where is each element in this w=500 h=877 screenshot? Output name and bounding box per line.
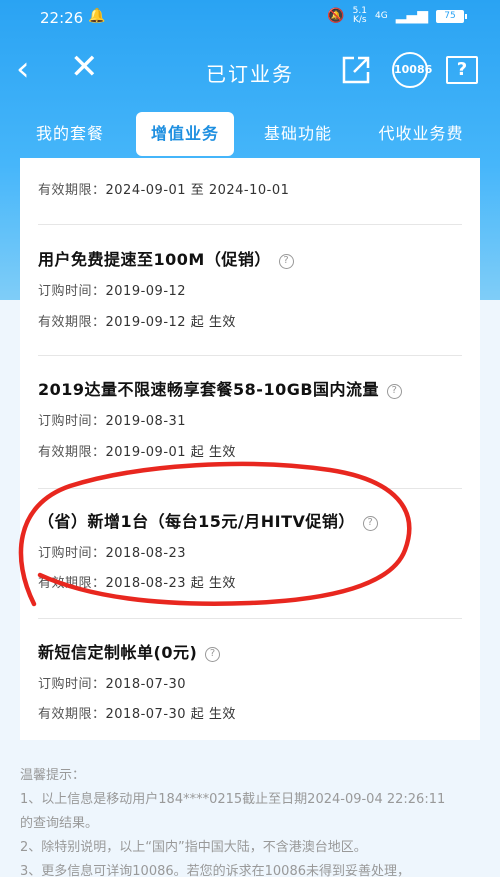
validity-value: 2019-09-01 起 生效 bbox=[105, 445, 236, 460]
order-value: 2019-08-31 bbox=[105, 414, 187, 429]
order-time-row: 订购时间：2018-08-23 bbox=[38, 542, 186, 561]
validity-label: 有效期限： bbox=[38, 183, 106, 198]
page-title: 已订业务 bbox=[206, 62, 294, 86]
subscription-list: 有效期限：2024-09-01 至 2024-10-01 用户免费提速至100M… bbox=[20, 158, 480, 740]
order-label: 订购时间： bbox=[38, 284, 106, 299]
validity-row: 有效期限：2019-09-12 起 生效 bbox=[38, 311, 236, 330]
qq-notification-icon: 🔔 bbox=[88, 8, 106, 24]
question-icon[interactable]: ? bbox=[205, 647, 221, 662]
tips-line: 2、除特别说明，以上“国内”指中国大陆，不含港澳台地区。 bbox=[20, 840, 367, 855]
validity-row: 有效期限：2019-09-01 起 生效 bbox=[38, 441, 236, 460]
subscription-title-text: 2019达量不限速畅享套餐58-10GB国内流量 bbox=[38, 380, 380, 399]
tips-line: 的查询结果。 bbox=[20, 816, 99, 831]
subscription-title-text: 用户免费提速至100M（促销） bbox=[38, 250, 271, 269]
validity-row: 有效期限：2018-07-30 起 生效 bbox=[38, 703, 236, 722]
nav-bar: ‹ ✕ 已订业务 10086 ? bbox=[0, 44, 500, 96]
order-label: 订购时间： bbox=[38, 677, 106, 692]
question-icon[interactable]: ? bbox=[387, 384, 403, 399]
tab-collection-fees[interactable]: 代收业务费 bbox=[366, 112, 476, 156]
subscription-title[interactable]: 2019达量不限速畅享套餐58-10GB国内流量? bbox=[38, 376, 403, 400]
subscription-title[interactable]: （省）新增1台（每台15元/月HITV促销）? bbox=[38, 508, 378, 532]
tips-heading: 温馨提示： bbox=[20, 768, 86, 783]
order-value: 2018-08-23 bbox=[105, 546, 187, 561]
validity-label: 有效期限： bbox=[38, 707, 106, 722]
validity-value: 2024-09-01 至 2024-10-01 bbox=[105, 183, 290, 198]
tips-line: 1、以上信息是移动用户184****0215截止至日期2024-09-04 22… bbox=[20, 792, 446, 807]
battery-icon: 75 bbox=[436, 9, 467, 23]
speed-unit: K/s bbox=[353, 15, 367, 25]
validity-value: 2019-09-12 起 生效 bbox=[105, 315, 236, 330]
share-icon[interactable] bbox=[340, 54, 372, 86]
divider bbox=[38, 618, 462, 619]
status-bar: 22:26 🔔 🔕 5.1 K/s 4G ▂▄▆ 75 bbox=[0, 0, 500, 36]
signal-icon: ▂▄▆ bbox=[395, 8, 428, 24]
order-label: 订购时间： bbox=[38, 414, 106, 429]
network-type: 4G bbox=[374, 10, 388, 21]
order-time-row: 订购时间：2018-07-30 bbox=[38, 673, 186, 692]
hotline-10086-button[interactable]: 10086 bbox=[392, 52, 432, 88]
status-right-group: 🔕 5.1 K/s 4G ▂▄▆ 75 bbox=[327, 7, 467, 25]
divider bbox=[38, 488, 462, 489]
validity-value: 2018-07-30 起 生效 bbox=[105, 707, 236, 722]
tab-bar: 我的套餐 增值业务 基础功能 代收业务费 bbox=[0, 112, 500, 158]
question-icon[interactable]: ? bbox=[362, 516, 378, 531]
validity-row: 有效期限：2018-08-23 起 生效 bbox=[38, 572, 236, 591]
close-icon[interactable]: ✕ bbox=[70, 50, 99, 84]
validity-row: 有效期限：2024-09-01 至 2024-10-01 bbox=[38, 179, 289, 198]
order-value: 2019-09-12 bbox=[105, 284, 187, 299]
help-button[interactable]: ? bbox=[446, 56, 478, 84]
divider bbox=[38, 355, 462, 356]
status-time: 22:26 bbox=[40, 9, 84, 27]
order-label: 订购时间： bbox=[38, 546, 106, 561]
validity-label: 有效期限： bbox=[38, 576, 106, 591]
order-time-row: 订购时间：2019-09-12 bbox=[38, 280, 186, 299]
tab-basic-functions[interactable]: 基础功能 bbox=[256, 112, 340, 156]
subscription-title-text: （省）新增1台（每台15元/月HITV促销） bbox=[38, 512, 355, 531]
subscription-title-text: 新短信定制帐单(0元) bbox=[38, 643, 198, 662]
tips-section: 温馨提示： 1、以上信息是移动用户184****0215截止至日期2024-09… bbox=[20, 764, 480, 877]
network-speed: 5.1 K/s bbox=[353, 7, 367, 25]
subscription-title[interactable]: 用户免费提速至100M（促销）? bbox=[38, 246, 294, 270]
question-icon[interactable]: ? bbox=[278, 254, 294, 269]
order-value: 2018-07-30 bbox=[105, 677, 187, 692]
tab-my-plan[interactable]: 我的套餐 bbox=[28, 112, 112, 156]
order-time-row: 订购时间：2019-08-31 bbox=[38, 410, 186, 429]
divider bbox=[38, 224, 462, 225]
validity-label: 有效期限： bbox=[38, 445, 106, 460]
subscription-title[interactable]: 新短信定制帐单(0元)? bbox=[38, 639, 221, 663]
tab-value-added[interactable]: 增值业务 bbox=[136, 112, 234, 156]
back-icon[interactable]: ‹ bbox=[16, 52, 30, 86]
validity-value: 2018-08-23 起 生效 bbox=[105, 576, 236, 591]
mute-icon: 🔕 bbox=[327, 8, 345, 24]
validity-label: 有效期限： bbox=[38, 315, 106, 330]
tips-line: 3、更多信息可详询10086。若您的诉求在10086未得到妥善处理， bbox=[20, 864, 410, 877]
